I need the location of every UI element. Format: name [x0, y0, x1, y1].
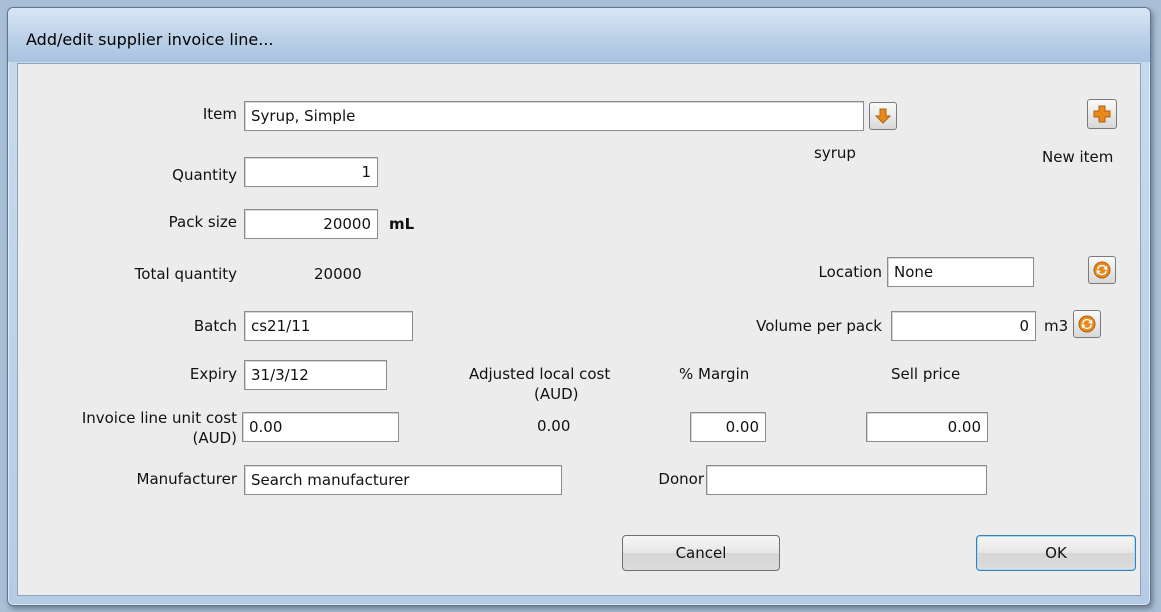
adjusted-cost-currency: (AUD): [534, 385, 579, 403]
unit-cost-input[interactable]: [242, 412, 399, 442]
batch-label: Batch: [193, 317, 237, 335]
title-bar[interactable]: Add/edit supplier invoice line...: [8, 8, 1150, 62]
dialog-window: Add/edit supplier invoice line... Item s…: [7, 7, 1151, 606]
margin-input[interactable]: [690, 412, 766, 442]
sell-price-header: Sell price: [891, 365, 961, 383]
cancel-button[interactable]: Cancel: [622, 535, 780, 571]
refresh-icon: [1078, 315, 1096, 333]
item-label: Item: [202, 105, 237, 123]
quantity-input[interactable]: [244, 157, 378, 187]
sell-price-input[interactable]: [866, 412, 988, 442]
manufacturer-input[interactable]: [244, 465, 562, 495]
manufacturer-label: Manufacturer: [136, 470, 238, 488]
window-title: Add/edit supplier invoice line...: [26, 30, 274, 49]
adjusted-cost-header: Adjusted local cost: [469, 365, 611, 383]
location-refresh-button[interactable]: [1088, 256, 1116, 284]
adjusted-cost-value: 0.00: [537, 417, 571, 435]
expiry-input[interactable]: [244, 360, 387, 390]
item-input[interactable]: [244, 101, 864, 131]
down-arrow-icon: [874, 108, 892, 124]
volume-unit: m3: [1044, 317, 1069, 335]
new-item-button[interactable]: [1087, 99, 1117, 129]
donor-input[interactable]: [706, 465, 987, 495]
plus-icon: [1093, 105, 1111, 123]
quantity-label: Quantity: [172, 166, 237, 184]
volume-per-pack-label: Volume per pack: [756, 317, 882, 335]
ok-button[interactable]: OK: [976, 535, 1136, 571]
expiry-label: Expiry: [189, 365, 237, 383]
dialog-body: Item syrup New item Quantity Pack size m…: [17, 63, 1141, 596]
pack-size-input[interactable]: [244, 209, 378, 239]
item-lookup-button[interactable]: [869, 102, 897, 130]
pack-size-label: Pack size: [168, 213, 237, 231]
total-quantity-label: Total quantity: [134, 265, 237, 283]
donor-label: Donor: [658, 470, 704, 488]
pack-size-unit: mL: [389, 215, 415, 233]
volume-refresh-button[interactable]: [1073, 310, 1101, 338]
batch-input[interactable]: [244, 311, 413, 341]
unit-cost-label: Invoice line unit cost: [81, 409, 237, 427]
location-input[interactable]: [887, 257, 1034, 287]
total-quantity-value: 20000: [314, 265, 362, 283]
unit-cost-currency: (AUD): [192, 429, 238, 447]
item-code-text: syrup: [814, 144, 856, 162]
location-label: Location: [818, 263, 882, 281]
new-item-label: New item: [1042, 148, 1114, 166]
volume-per-pack-input[interactable]: [891, 311, 1036, 341]
margin-header: % Margin: [679, 365, 750, 383]
refresh-icon: [1093, 261, 1111, 279]
